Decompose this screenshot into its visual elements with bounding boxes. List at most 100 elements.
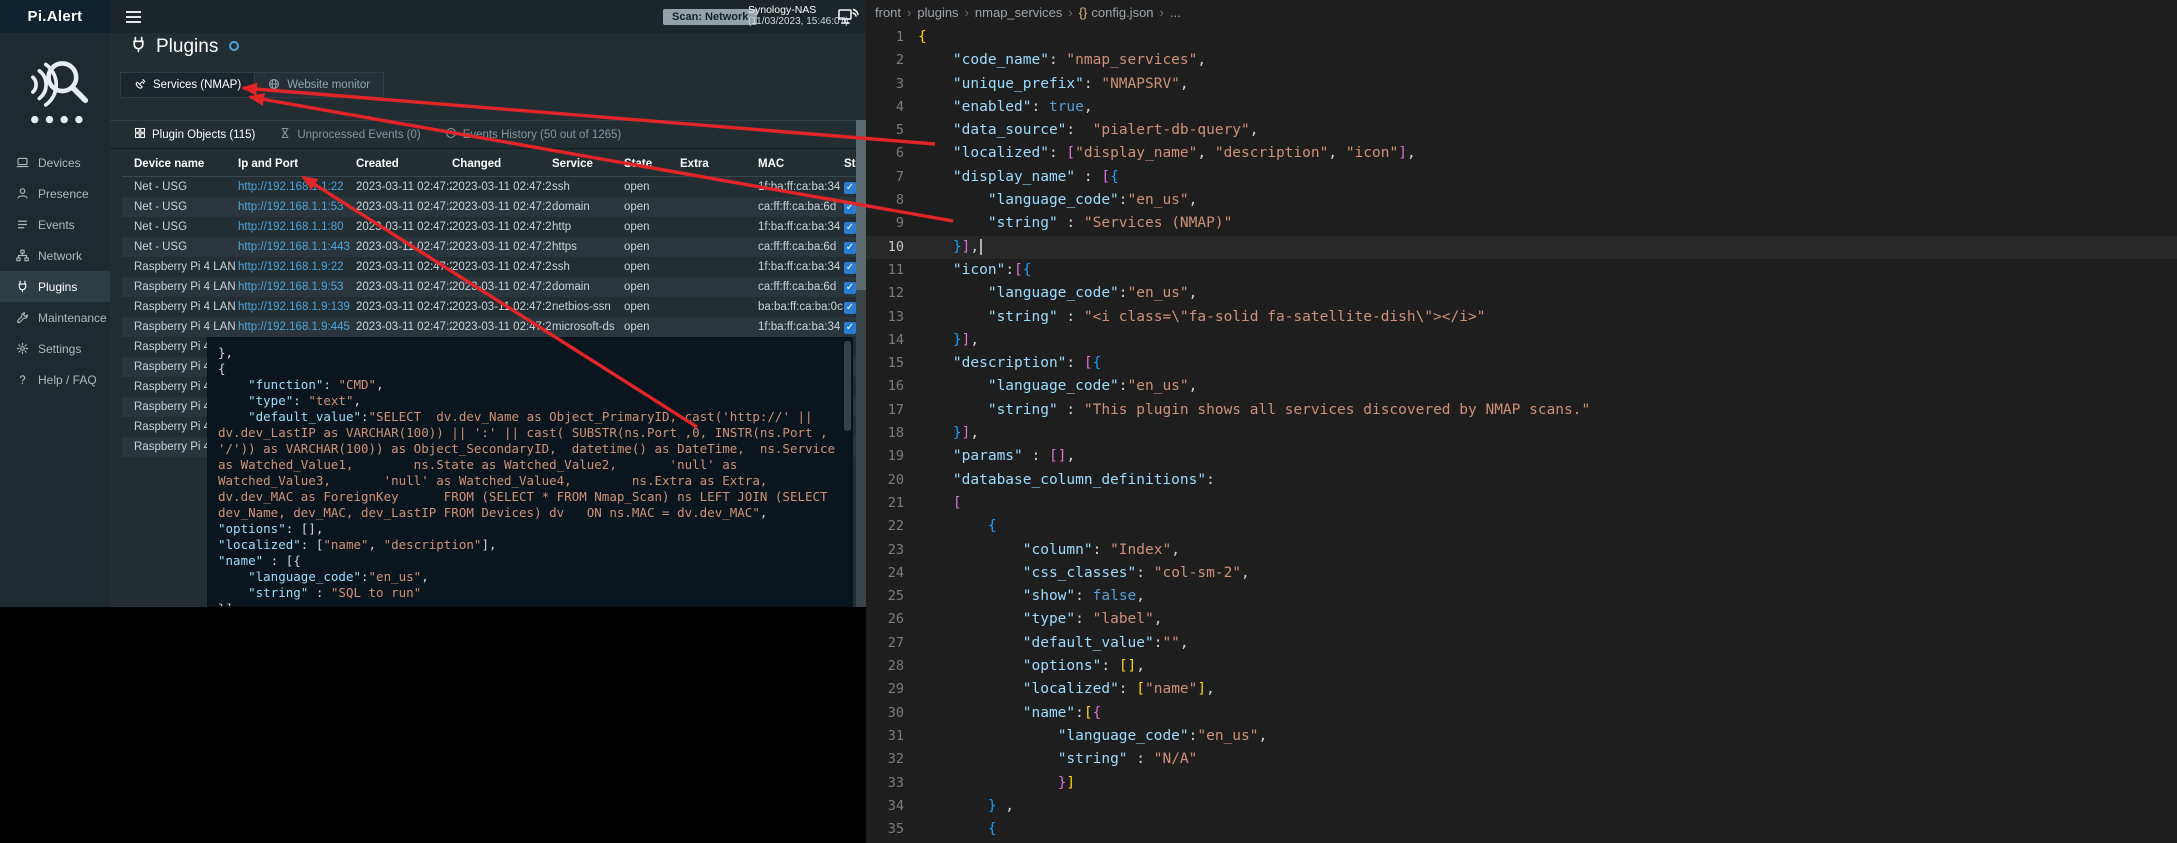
overlay-scrollbar[interactable] [844, 341, 851, 431]
column-header-service[interactable]: Service [552, 152, 624, 177]
status-checkbox[interactable]: ✓ [844, 262, 856, 274]
table-row[interactable]: Raspberry Pi 4 LANhttp://192.168.1.9:139… [122, 297, 866, 317]
table-row[interactable]: Raspberry Pi 4 LANhttp://192.168.1.9:222… [122, 257, 866, 277]
sidebar-item-events[interactable]: Events [0, 209, 110, 240]
column-header-extra[interactable]: Extra [680, 152, 758, 177]
code-line: 30 "name":[{ [866, 702, 2177, 725]
table-row[interactable]: Net - USGhttp://192.168.1.1:4432023-03-1… [122, 237, 866, 257]
ip-port-link[interactable]: http://192.168.1.9:139 [238, 301, 350, 313]
sidebar-item-maintenance[interactable]: Maintenance [0, 302, 110, 333]
table-scrollbar-thumb[interactable] [856, 120, 866, 290]
table-scrollbar[interactable] [856, 120, 866, 607]
code-line: 27 "default_value":"", [866, 632, 2177, 655]
code-text: "options": [], [918, 655, 1145, 678]
status-checkbox[interactable]: ✓ [844, 222, 856, 234]
cell: ssh [552, 257, 624, 277]
status-checkbox[interactable]: ✓ [844, 202, 856, 214]
cell-ip: http://192.168.1.9:53 [238, 277, 356, 297]
overlay-code-line: "localized": ["name", "description"], [218, 537, 838, 553]
cell: open [624, 257, 680, 277]
code-text: }] [918, 772, 1075, 795]
cell: 2023-03-11 02:47:20 [356, 317, 452, 337]
column-header-device-name[interactable]: Device name [122, 152, 238, 177]
ip-port-link[interactable]: http://192.168.1.9:22 [238, 261, 344, 273]
chevron-right-icon: › [1160, 5, 1164, 20]
network-icon [15, 249, 29, 262]
code-line: 32 "string" : "N/A" [866, 748, 2177, 771]
section-tabs: Plugin Objects (115)Unprocessed Events (… [110, 121, 866, 149]
cell-ip: http://192.168.1.1:80 [238, 217, 356, 237]
tab-website-monitor[interactable]: Website monitor [254, 72, 384, 98]
breadcrumb-label: plugins [917, 5, 958, 20]
tab-unprocessed-events-0[interactable]: Unprocessed Events (0) [267, 121, 432, 148]
code-text: "language_code":"en_us", [918, 282, 1197, 305]
code-line: 9 "string" : "Services (NMAP)" [866, 212, 2177, 235]
column-header-changed[interactable]: Changed [452, 152, 552, 177]
sidebar-item-settings[interactable]: Settings [0, 333, 110, 364]
scanner-icon[interactable] [837, 6, 859, 28]
column-header-state[interactable]: State [624, 152, 680, 177]
host-info: Synology-NAS (11/03/2023, 15:46:07) [748, 4, 848, 28]
ip-port-link[interactable]: http://192.168.1.9:445 [238, 321, 350, 333]
sidebar-item-devices[interactable]: Devices [0, 147, 110, 178]
cell: open [624, 177, 680, 198]
column-header-created[interactable]: Created [356, 152, 452, 177]
table-row[interactable]: Raspberry Pi 4 LANhttp://192.168.1.9:445… [122, 317, 866, 337]
cell-ip: http://192.168.1.9:445 [238, 317, 356, 337]
code-text: }], [918, 422, 979, 445]
column-header-mac[interactable]: MAC [758, 152, 844, 177]
table-row[interactable]: Net - USGhttp://192.168.1.1:532023-03-11… [122, 197, 866, 217]
breadcrumb-item-config-json[interactable]: {}config.json [1079, 5, 1154, 20]
table-row[interactable]: Net - USGhttp://192.168.1.1:222023-03-11… [122, 177, 866, 198]
breadcrumb-item-nmap-services[interactable]: nmap_services [975, 5, 1062, 20]
line-number: 15 [866, 352, 918, 375]
cell: 2023-03-11 02:47:20 [356, 197, 452, 217]
breadcrumb-item-front[interactable]: front [875, 5, 901, 20]
status-checkbox[interactable]: ✓ [844, 322, 856, 334]
ip-port-link[interactable]: http://192.168.1.1:53 [238, 201, 344, 213]
code-text: { [918, 818, 997, 841]
ip-port-link[interactable]: http://192.168.1.1:80 [238, 221, 344, 233]
line-number: 9 [866, 212, 918, 235]
column-header-ip-and-port[interactable]: Ip and Port [238, 152, 356, 177]
tab-label: Services (NMAP) [153, 79, 241, 91]
editor-lines[interactable]: 1{2 "code_name": "nmap_services",3 "uniq… [866, 26, 2177, 843]
cell [680, 297, 758, 317]
tab-events-history-50-out-of-1265[interactable]: Events History (50 out of 1265) [433, 121, 634, 148]
ip-port-link[interactable]: http://192.168.1.1:443 [238, 241, 350, 253]
status-checkbox[interactable]: ✓ [844, 302, 856, 314]
cell: 2023-03-11 02:47:20 [452, 257, 552, 277]
tab-services-nmap[interactable]: Services (NMAP) [120, 72, 254, 98]
code-text: "localized": ["name"], [918, 678, 1215, 701]
overlay-code-line: "options": [], [218, 521, 838, 537]
table-row[interactable]: Net - USGhttp://192.168.1.1:802023-03-11… [122, 217, 866, 237]
menu-toggle-icon[interactable] [112, 0, 154, 33]
line-number: 8 [866, 189, 918, 212]
breadcrumb-label: ... [1170, 5, 1181, 20]
sidebar-item-label: Maintenance [38, 311, 107, 325]
status-checkbox[interactable]: ✓ [844, 282, 856, 294]
line-number: 12 [866, 282, 918, 305]
breadcrumb-item-[interactable]: ... [1170, 5, 1181, 20]
overlay-code-line: { [218, 361, 838, 377]
tab-plugin-objects-115[interactable]: Plugin Objects (115) [122, 121, 267, 148]
status-checkbox[interactable]: ✓ [844, 242, 856, 254]
host-timestamp: (11/03/2023, 15:46:07) [748, 16, 848, 28]
status-checkbox[interactable]: ✓ [844, 182, 856, 194]
breadcrumb-item-plugins[interactable]: plugins [917, 5, 958, 20]
cell: 1f:ba:ff:ca:ba:34 [758, 257, 844, 277]
sidebar-item-label: Plugins [38, 280, 77, 294]
table-row[interactable]: Raspberry Pi 4 LANhttp://192.168.1.9:532… [122, 277, 866, 297]
breadcrumb: front›plugins›nmap_services›{}config.jso… [866, 0, 2177, 24]
info-dot-icon[interactable] [229, 41, 239, 51]
cell-ip: http://192.168.1.1:53 [238, 197, 356, 217]
sql-code-overlay: },{ "function": "CMD", "type": "text", "… [207, 337, 853, 607]
sidebar-item-help-faq[interactable]: Help / FAQ [0, 364, 110, 395]
ip-port-link[interactable]: http://192.168.1.9:53 [238, 281, 344, 293]
sidebar-item-plugins[interactable]: Plugins [0, 271, 110, 302]
pialert-logo [9, 41, 101, 143]
sidebar-item-presence[interactable]: Presence [0, 178, 110, 209]
brand-logo[interactable]: Pi.Alert [0, 0, 110, 33]
sidebar-item-network[interactable]: Network [0, 240, 110, 271]
ip-port-link[interactable]: http://192.168.1.1:22 [238, 181, 344, 193]
